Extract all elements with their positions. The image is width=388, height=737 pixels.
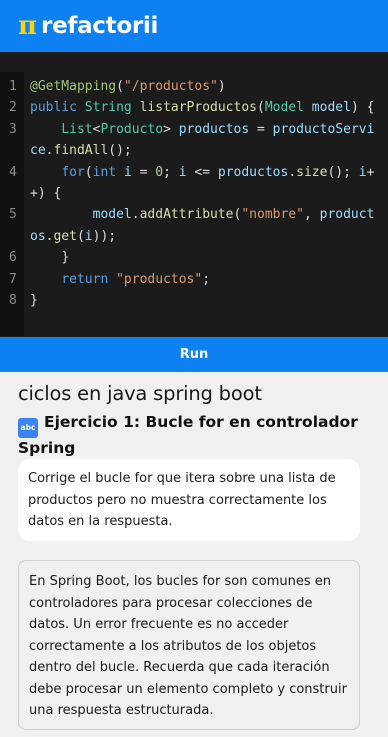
code-line[interactable]: 6 } [0,247,388,268]
exercise-title-text: Ejercicio 1: Bucle for en controlador Sp… [18,413,358,457]
code-line[interactable]: 1 @GetMapping("/productos") [0,76,388,97]
line-number: 1 [9,79,17,94]
code-line[interactable]: 8} [0,290,388,311]
exercise-description-card: En Spring Boot, los bucles for son comun… [18,560,360,730]
line-number: 2 [9,100,17,116]
code-line[interactable]: 4 for(int i = 0; i <= productos.size(); … [0,162,388,205]
line-number: 7 [9,271,17,287]
code-line[interactable]: 3 List<Producto> productos = productoSer… [0,119,388,162]
app-header: π refactorii [0,0,388,52]
run-button[interactable]: Run [0,337,388,372]
line-number: 4 [9,164,17,180]
topic-title: ciclos en java spring boot [18,382,262,405]
logo-pi-icon: π [18,11,38,41]
line-number: 8 [9,293,17,309]
line-number: 6 [9,250,17,266]
exercise-prompt-card: Corrige el bucle for que itera sobre una… [18,459,360,541]
code-area[interactable]: 1 @GetMapping("/productos") 2 public Strin… [0,76,388,311]
line-number: 3 [9,121,17,137]
logo-text[interactable]: refactorii [41,13,158,39]
abc-input-icon: abc [18,418,38,438]
exercise-panel: ciclos en java spring boot abc Ejercicio … [0,372,388,737]
exercise-title: abc Ejercicio 1: Bucle for en controlador… [18,412,368,459]
code-line[interactable]: 2 public String listarProductos(Model mod… [0,97,388,118]
code-line[interactable]: 5 model.addAttribute("nombre", productos… [0,204,388,247]
line-number: 5 [9,207,17,223]
code-line[interactable]: 7 return "productos"; [0,269,388,290]
